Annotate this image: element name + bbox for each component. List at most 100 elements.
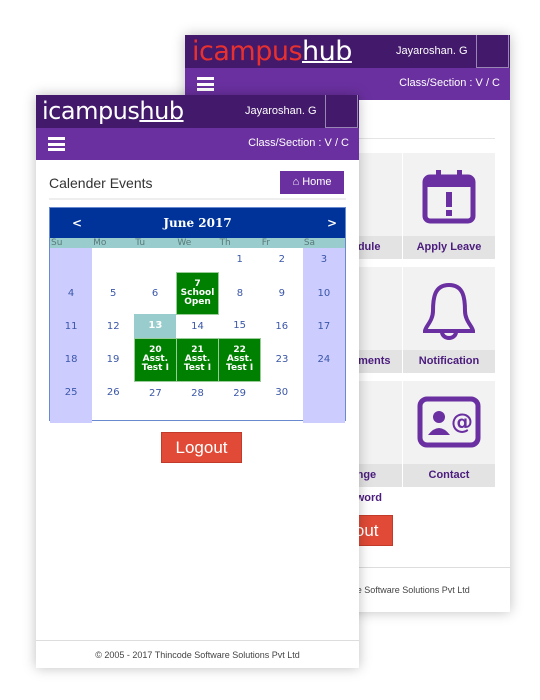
day-number: 26 (106, 387, 120, 398)
home-button[interactable]: ⌂ Home (280, 171, 344, 194)
footer: © 2005 - 2017 Thincode Software Solution… (36, 640, 359, 668)
prev-month-button[interactable]: < (72, 208, 82, 238)
calendar-day[interactable]: 19 (92, 338, 134, 381)
calendar-day[interactable]: 30 (261, 381, 303, 423)
calendar-day[interactable]: 18 (50, 338, 93, 381)
day-number: 11 (64, 320, 78, 332)
calendar-day[interactable]: 12 (92, 314, 134, 338)
calendar-event-day[interactable]: 22 Asst. Test I (218, 337, 262, 382)
logo-suffix: hub (302, 36, 352, 67)
day-number: 9 (278, 287, 285, 299)
day-number: 5 (110, 287, 117, 299)
next-month-button[interactable]: > (327, 208, 337, 238)
menu-icon[interactable] (197, 77, 214, 91)
calendar-day (92, 248, 134, 272)
day-number: 19 (106, 354, 120, 365)
home-label: Home (302, 176, 332, 188)
day-number: 2 (278, 254, 285, 265)
calendar-day (302, 381, 345, 423)
user-name[interactable]: Jayaroshan. G (245, 105, 317, 117)
svg-text:@: @ (451, 410, 473, 435)
menu-icon[interactable] (48, 137, 65, 151)
calendar-day[interactable]: 14 (176, 314, 218, 338)
calendar-alert-icon (422, 170, 476, 224)
calendar-day[interactable]: 27 (134, 381, 176, 423)
day-number: 8 (236, 287, 244, 299)
calendar-day[interactable]: 17 (302, 314, 345, 338)
calendar-day[interactable]: 2 (261, 248, 303, 272)
calendar-week: 18 19 20 Asst. Test I 21 Asst. Test I 22 Asst. … (50, 337, 345, 382)
calendar-week: 25 26 27 28 29 30 (50, 381, 345, 423)
day-number: 12 (106, 320, 120, 332)
calendar-day[interactable]: 4 (50, 272, 93, 314)
tile-label: Notification (403, 350, 495, 373)
logo-prefix: icampus (42, 97, 140, 125)
page-title: Calender Events (49, 175, 153, 191)
divider (49, 198, 346, 200)
day-number: 24 (317, 354, 331, 365)
calendar-day[interactable]: 26 (92, 381, 134, 423)
calendar-day[interactable]: 13 (134, 314, 177, 338)
calendar-header: < June 2017 > (50, 208, 345, 238)
calendar-day[interactable]: 25 (50, 381, 93, 423)
logo-suffix: hub (139, 97, 184, 125)
calendar-day[interactable]: 9 (261, 272, 303, 314)
tile-label: Apply Leave (403, 236, 495, 259)
calendar-day[interactable]: 10 (302, 272, 345, 314)
day-number: 23 (275, 354, 289, 365)
weekday-label: Mo (92, 238, 135, 248)
weekday-label: Fr (260, 238, 303, 248)
calendar-day[interactable]: 15 (219, 314, 261, 338)
calendar-day[interactable]: 29 (219, 381, 261, 423)
calendar-day (176, 248, 218, 272)
calendar-day[interactable]: 1 (219, 248, 261, 272)
front-window: icampushub Jayaroshan. G Class/Section :… (36, 95, 359, 668)
calendar-day[interactable]: 24 (302, 338, 345, 381)
month-title: June 2017 (163, 216, 232, 230)
day-number: 27 (148, 387, 162, 399)
weekday-label: Tu (134, 238, 177, 248)
calendar-day[interactable]: 16 (261, 314, 303, 338)
calendar-event-day[interactable]: 20 Asst. Test I (133, 337, 177, 382)
weekday-label: Th (218, 238, 261, 248)
day-number: 14 (191, 320, 204, 332)
header: icampushub Jayaroshan. G (36, 95, 359, 128)
day-number: 25 (64, 387, 78, 398)
calendar-day[interactable]: 23 (261, 338, 303, 381)
user-name[interactable]: Jayaroshan. G (396, 45, 468, 57)
calendar-event-day[interactable]: 7 School Open (175, 271, 220, 315)
day-number: 13 (148, 320, 163, 332)
logout-button[interactable]: Logout (161, 432, 242, 463)
weekday-label: Su (50, 238, 93, 248)
calendar-grid: Su Mo Tu We Th Fr Sa 1 2 3 4 5 6 7 School Open 8 9 10 11 12… (50, 238, 345, 423)
tile-contact[interactable]: @ Contact (403, 381, 495, 487)
day-number: 28 (191, 387, 204, 399)
calendar-day[interactable]: 11 (50, 314, 93, 338)
calendar-day[interactable]: 3 (302, 248, 345, 272)
day-number: 30 (275, 387, 289, 398)
contact-card-icon: @ (417, 396, 481, 448)
header: icampushub Jayaroshan. G (185, 35, 510, 68)
calendar-day[interactable]: 5 (92, 272, 134, 314)
user-menu-button[interactable] (476, 35, 509, 68)
calendar-week: 1 2 3 (50, 248, 345, 272)
logo: icampushub (42, 97, 184, 125)
calendar-day[interactable]: 28 (176, 381, 218, 423)
calendar-event-day[interactable]: 21 Asst. Test I (175, 337, 220, 382)
user-menu-button[interactable] (325, 95, 358, 128)
calendar-day (50, 248, 93, 272)
tile-apply-leave[interactable]: Apply Leave (403, 153, 495, 259)
weekday-label: We (176, 238, 219, 248)
calendar-day[interactable]: 8 (219, 272, 261, 314)
tile-label: Contact (403, 464, 495, 487)
class-section: Class/Section : V / C (248, 137, 349, 149)
day-number: 10 (317, 287, 331, 299)
weekday-label: Sa (302, 238, 345, 248)
calendar-day[interactable]: 6 (134, 272, 176, 314)
tile-notification[interactable]: Notification (403, 267, 495, 373)
calendar-week: 11 12 13 14 15 16 17 (50, 314, 345, 338)
day-number: 4 (67, 287, 75, 299)
day-number: 18 (64, 354, 78, 365)
event-label: Asst. Test I (226, 354, 254, 373)
event-label: Asst. Test I (183, 354, 212, 373)
